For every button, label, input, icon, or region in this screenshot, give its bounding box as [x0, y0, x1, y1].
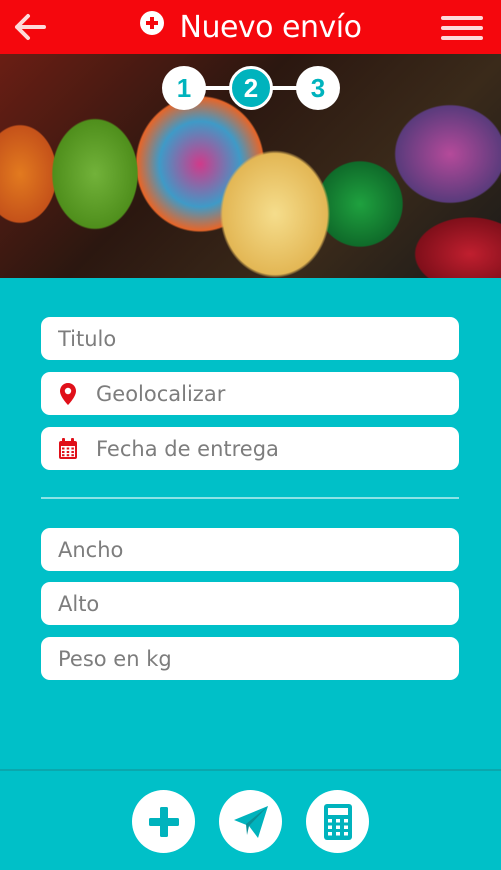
- step-3[interactable]: 3: [296, 66, 340, 110]
- page-title: Nuevo envío: [179, 9, 362, 45]
- header-title-group: Nuevo envío: [0, 0, 501, 54]
- title-input[interactable]: [41, 317, 459, 360]
- geolocate-input[interactable]: [41, 372, 459, 415]
- delivery-date-field-container: [41, 427, 459, 470]
- hamburger-menu-icon[interactable]: [441, 16, 483, 40]
- section-divider: [41, 497, 459, 499]
- weight-field-container: [41, 637, 459, 680]
- add-button[interactable]: [132, 790, 195, 853]
- location-pin-icon[interactable]: [57, 382, 79, 406]
- calculator-button[interactable]: [306, 790, 369, 853]
- weight-input[interactable]: [41, 637, 459, 680]
- geolocate-field-container: [41, 372, 459, 415]
- calculator-icon: [323, 803, 352, 840]
- delivery-date-input[interactable]: [41, 427, 459, 470]
- paper-plane-icon: [233, 805, 268, 838]
- title-field-container: [41, 317, 459, 360]
- step-connector: [202, 86, 232, 90]
- width-input[interactable]: [41, 528, 459, 571]
- width-field-container: [41, 528, 459, 571]
- step-1[interactable]: 1: [162, 66, 206, 110]
- plus-icon: [148, 806, 179, 837]
- plus-circle-icon: [139, 11, 164, 35]
- height-input[interactable]: [41, 582, 459, 625]
- step-2-active[interactable]: 2: [229, 66, 273, 110]
- calendar-icon[interactable]: [57, 437, 79, 461]
- send-button[interactable]: [219, 790, 282, 853]
- bottom-separator: [0, 769, 501, 771]
- step-indicator: 1 2 3: [162, 66, 340, 110]
- app-header: Nuevo envío: [0, 0, 501, 54]
- height-field-container: [41, 582, 459, 625]
